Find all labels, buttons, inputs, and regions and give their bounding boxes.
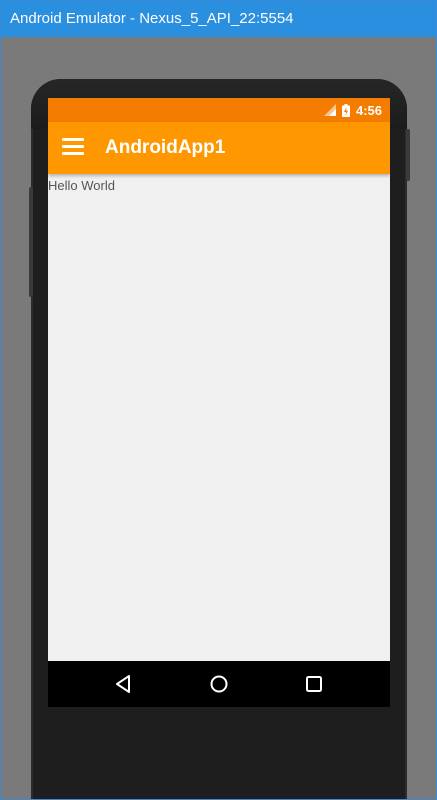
app-title: AndroidApp1 [105,137,226,158]
app-toolbar: AndroidApp1 [48,122,390,174]
status-time: 4:56 [355,102,382,118]
device-screen: 4:56 AndroidApp1 Hello World [48,98,390,688]
hamburger-menu-icon[interactable] [62,137,84,157]
main-content: Hello World [48,174,390,662]
battery-icon [341,103,350,117]
status-icons: 4:56 [323,98,382,122]
signal-icon [323,104,336,116]
recents-icon[interactable] [303,673,325,695]
hello-text: Hello World [48,178,115,193]
power-button[interactable] [406,129,410,181]
home-icon[interactable] [208,673,230,695]
emulator-window: Android Emulator - Nexus_5_API_22:5554 4… [0,0,437,800]
window-title: Android Emulator - Nexus_5_API_22:5554 [1,1,436,37]
status-bar: 4:56 [48,98,390,122]
volume-button[interactable] [29,187,33,297]
navigation-bar [48,661,390,707]
back-icon[interactable] [113,673,135,695]
